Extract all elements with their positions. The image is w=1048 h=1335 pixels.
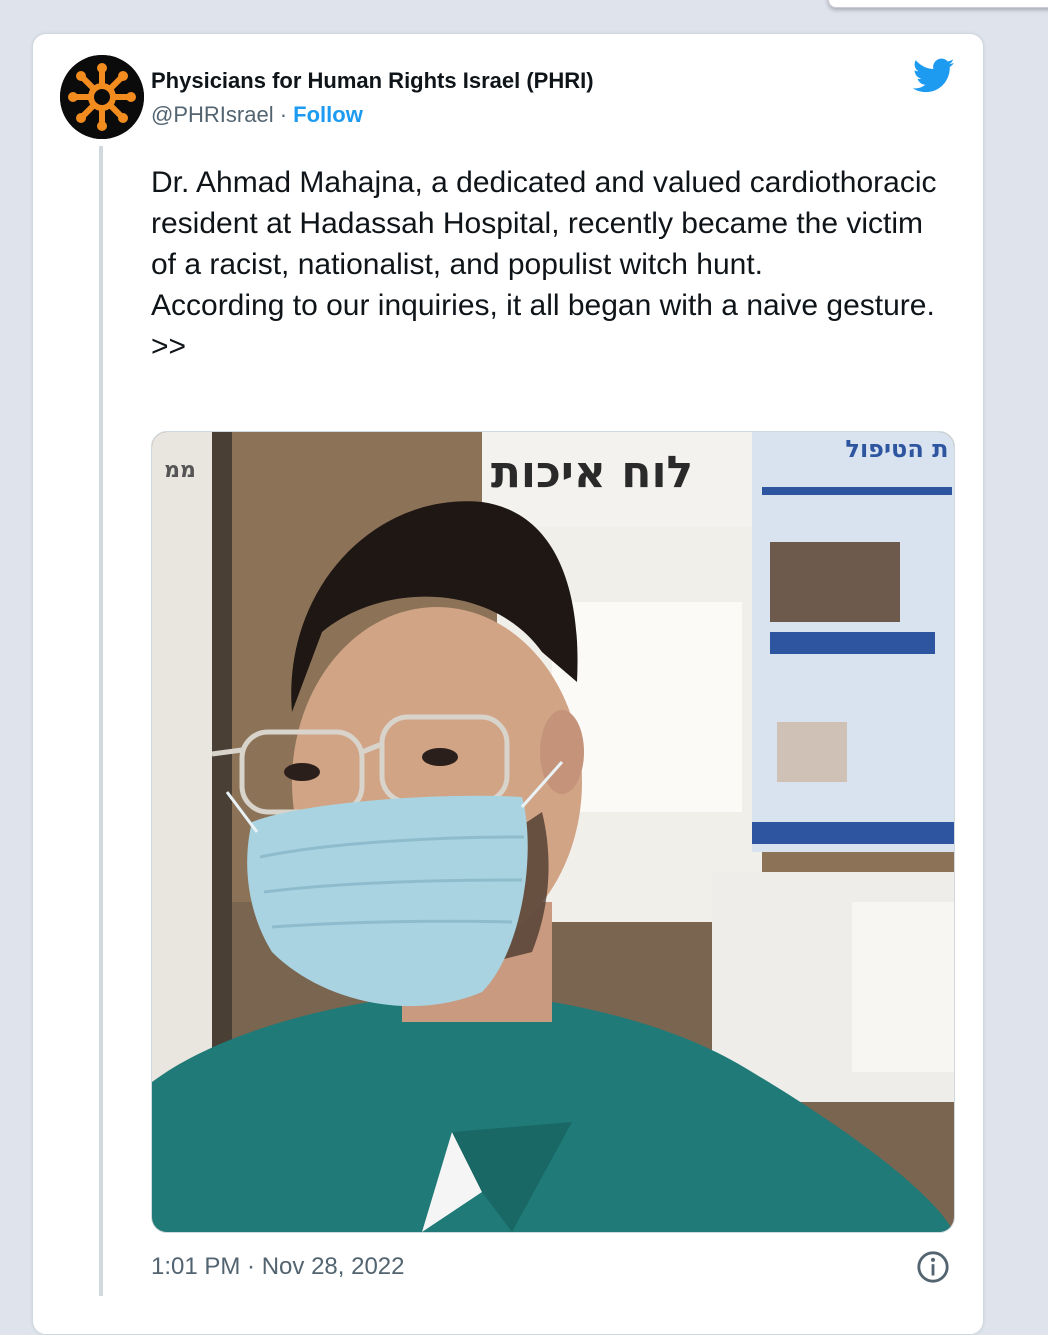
tweet-photo[interactable]: לוח איכות ת הטיפול ממ — [151, 431, 955, 1233]
phri-logo-icon — [60, 55, 144, 139]
overlay-popup-edge — [828, 0, 1048, 8]
photo-poster-text: ת הטיפול — [845, 435, 948, 463]
handle-separator: · — [273, 102, 294, 127]
tweet-text: Dr. Ahmad Mahajna, a dedicated and value… — [151, 162, 951, 367]
photo-edge-text: ממ — [164, 458, 196, 483]
photo-sign-text: לוח איכות — [491, 447, 693, 498]
author-handle[interactable]: @PHRIsrael — [151, 102, 274, 127]
timestamp-separator: · — [240, 1253, 262, 1280]
author-handle-row: @PHRIsrael · Follow — [151, 102, 363, 128]
author-avatar[interactable] — [60, 55, 144, 139]
tweet-embed-card[interactable]: Physicians for Human Rights Israel (PHRI… — [32, 33, 984, 1335]
twitter-bird-icon[interactable] — [913, 58, 955, 94]
tweet-timestamp: 1:01 PM · Nov 28, 2022 — [151, 1253, 405, 1281]
tweet-date[interactable]: Nov 28, 2022 — [262, 1253, 405, 1280]
author-name[interactable]: Physicians for Human Rights Israel (PHRI… — [151, 68, 594, 94]
tweet-text-line: Dr. Ahmad Mahajna, a dedicated and value… — [151, 166, 937, 281]
photo-doctor-in-scrubs: לוח איכות ת הטיפול ממ — [152, 432, 954, 1232]
info-icon[interactable] — [916, 1250, 950, 1284]
tweet-text-line: According to our inquiries, it all began… — [151, 289, 935, 363]
thread-line — [99, 146, 103, 1296]
tweet-time[interactable]: 1:01 PM — [151, 1253, 240, 1280]
follow-button[interactable]: Follow — [293, 102, 363, 127]
